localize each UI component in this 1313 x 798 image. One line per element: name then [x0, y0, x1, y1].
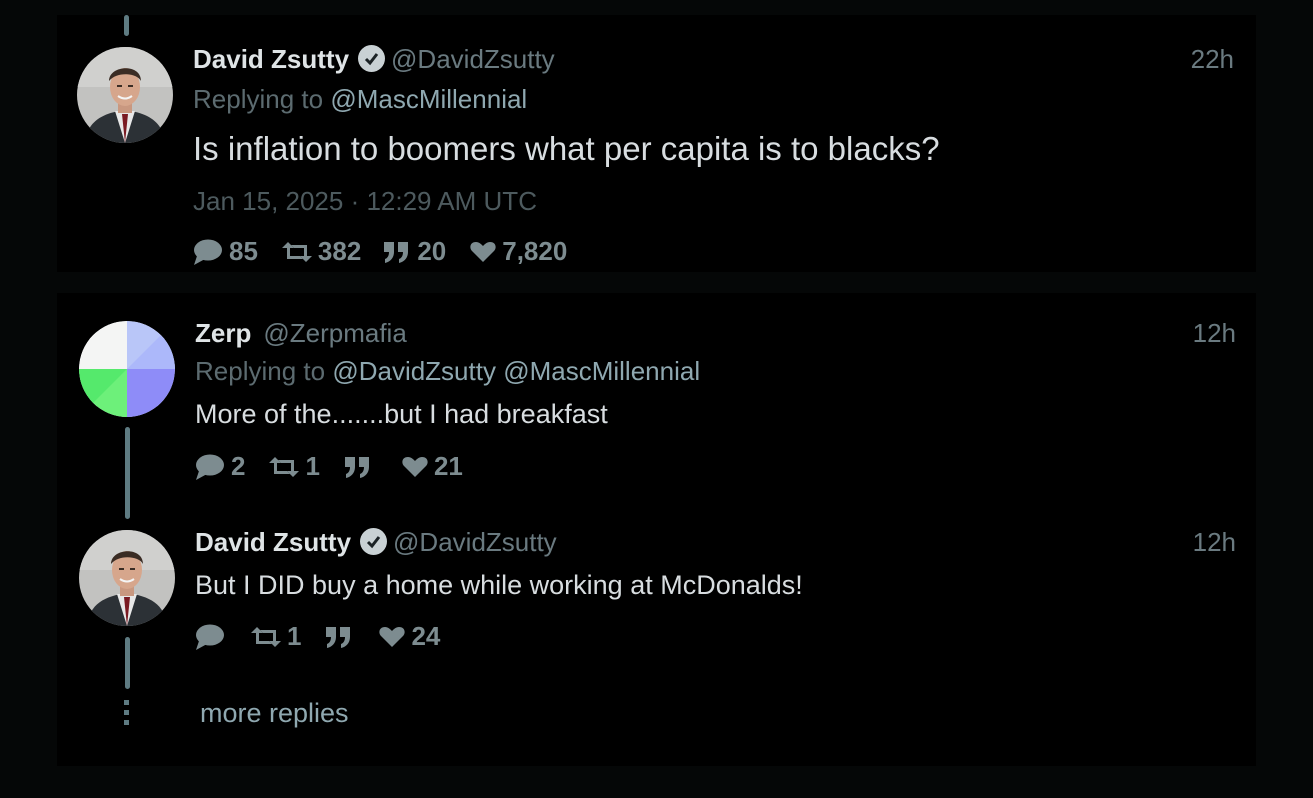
- quote-stat[interactable]: 20: [383, 236, 446, 267]
- thread-line-top: [124, 15, 129, 36]
- like-count: 7,820: [502, 236, 568, 266]
- like-stat[interactable]: 21: [402, 451, 463, 482]
- reply-handle[interactable]: @DavidZsutty: [332, 356, 496, 386]
- reply-count: 2: [231, 451, 246, 481]
- like-stat[interactable]: 7,820: [470, 236, 567, 267]
- retweet-count: 1: [305, 451, 320, 481]
- tweet-stats: 1 24: [195, 621, 440, 652]
- tweet-time[interactable]: 12h: [1193, 318, 1236, 349]
- retweet-icon: [269, 456, 300, 477]
- reply-stat[interactable]: 2: [195, 451, 245, 482]
- username[interactable]: @Zerpmafia: [263, 318, 406, 348]
- retweet-icon: [251, 626, 281, 647]
- retweet-stat[interactable]: 1: [251, 621, 301, 652]
- username[interactable]: @DavidZsutty: [393, 527, 557, 557]
- tweet-time[interactable]: 12h: [1193, 527, 1236, 558]
- like-stat[interactable]: 24: [379, 621, 440, 652]
- tweet-header: Zerp @Zerpmafia: [195, 318, 407, 349]
- thread-line: [125, 637, 130, 689]
- comment-icon: [196, 454, 224, 480]
- tweet-content: More of the.......but I had breakfast: [195, 399, 608, 429]
- tweet-date[interactable]: Jan 15, 2025 · 12:29 AM UTC: [193, 186, 537, 217]
- reply-stat[interactable]: [195, 623, 231, 651]
- heart-icon: [402, 456, 428, 477]
- retweet-count: 382: [317, 236, 362, 266]
- tweet-header: David Zsutty @DavidZsutty: [193, 44, 555, 75]
- tweet-content: Is inflation to boomers what per capita …: [193, 130, 940, 167]
- tweet-header: David Zsutty @DavidZsutty: [195, 527, 557, 558]
- fullname[interactable]: Zerp: [195, 318, 251, 348]
- tweet-stats: 85 382 20 7,820: [193, 236, 567, 267]
- replying-to: Replying to @MascMillennial: [193, 84, 527, 115]
- avatar-david-zsutty[interactable]: [77, 47, 173, 143]
- quote-icon: [344, 456, 369, 478]
- like-count: 24: [411, 621, 441, 651]
- reply-count: 85: [229, 236, 258, 266]
- heart-icon: [379, 626, 406, 647]
- like-count: 21: [433, 451, 463, 481]
- tweet-stats: 2 1 21: [195, 451, 463, 482]
- avatar-zerp[interactable]: [79, 321, 175, 417]
- fullname[interactable]: David Zsutty: [193, 44, 349, 74]
- more-replies-dots-icon: [124, 700, 130, 730]
- retweet-icon: [281, 241, 312, 262]
- avatar-david-zsutty[interactable]: [79, 530, 175, 626]
- username[interactable]: @DavidZsutty: [391, 44, 555, 74]
- tweet-content: But I DID buy a home while working at Mc…: [195, 570, 803, 600]
- retweet-stat[interactable]: 382: [281, 236, 362, 267]
- tweet-time[interactable]: 22h: [1191, 44, 1234, 75]
- reply-stat[interactable]: 85: [193, 236, 258, 267]
- fullname[interactable]: David Zsutty: [195, 527, 351, 557]
- comment-icon: [196, 624, 224, 650]
- reply-handle[interactable]: @MascMillennial: [330, 84, 527, 114]
- replying-to: Replying to @DavidZsutty @MascMillennial: [195, 356, 700, 387]
- heart-icon: [470, 241, 496, 262]
- quote-stat[interactable]: [325, 625, 359, 649]
- quote-stat[interactable]: [344, 455, 378, 479]
- comment-icon: [194, 239, 222, 265]
- replying-to-label: Replying to: [195, 356, 326, 386]
- quote-icon: [326, 626, 351, 648]
- verified-icon: [360, 528, 388, 555]
- replying-to-label: Replying to: [193, 84, 324, 114]
- quote-icon: [384, 241, 409, 263]
- more-replies-link[interactable]: more replies: [200, 698, 349, 729]
- quote-count: 20: [417, 236, 447, 266]
- reply-handle[interactable]: @MascMillennial: [503, 356, 700, 386]
- retweet-count: 1: [287, 621, 302, 651]
- thread-line: [125, 427, 130, 519]
- verified-icon: [358, 45, 386, 72]
- retweet-stat[interactable]: 1: [269, 451, 320, 482]
